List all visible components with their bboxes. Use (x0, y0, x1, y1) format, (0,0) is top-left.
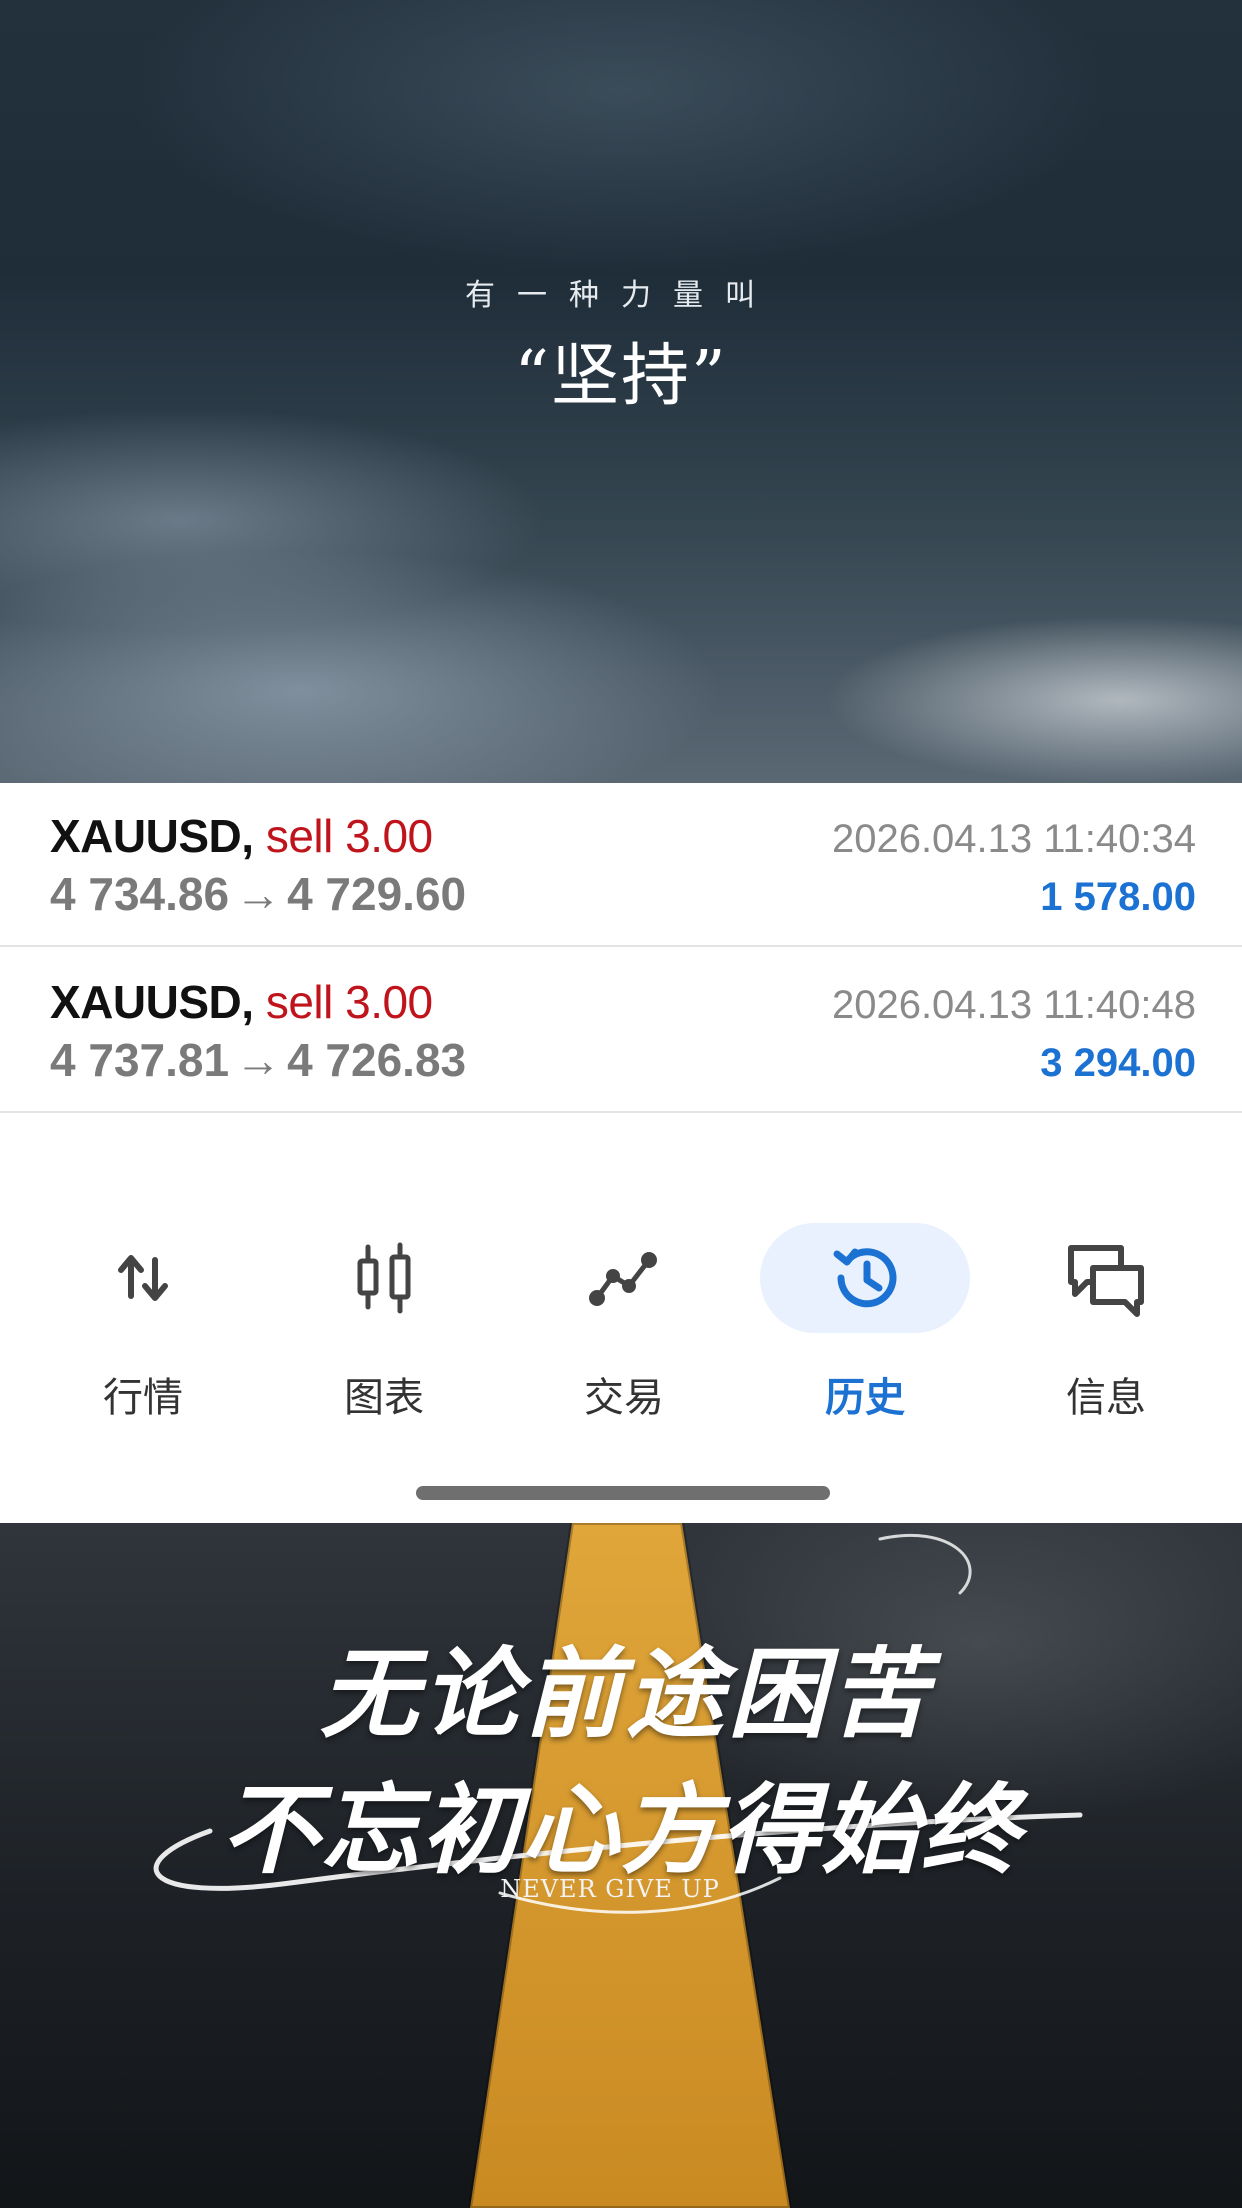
banner-calligraphy-line-2: 不忘初心方得始终 (220, 1773, 1021, 1888)
arrow-right-icon: → (235, 868, 282, 920)
nav-icon-container (1001, 1223, 1211, 1333)
deal-separator: , (241, 976, 254, 1028)
deal-side-volume: sell 3.00 (265, 810, 433, 862)
arrow-right-icon: → (235, 1034, 282, 1086)
trend-line-icon (589, 1252, 657, 1306)
deal-header: XAUUSD, sell 3.00 (50, 809, 433, 863)
history-clock-icon (833, 1248, 897, 1308)
banner-line-1: 有一种力量叫 (465, 278, 777, 313)
banner-calligraphy-line-1: 无论前途困苦 (319, 1637, 932, 1752)
nav-label: 历史 (825, 1375, 905, 1421)
deal-profit: 3 294.00 (1040, 1041, 1196, 1085)
deal-header: XAUUSD, sell 3.00 (50, 975, 433, 1029)
history-deal-row[interactable]: XAUUSD, sell 3.00 2026.04.13 11:40:34 4 … (0, 783, 1242, 947)
chat-bubbles-icon (1068, 1245, 1144, 1317)
deal-open-price: 4 737.81 (50, 1034, 230, 1086)
deal-datetime: 2026.04.13 11:40:34 (831, 817, 1196, 861)
nav-icon-container (279, 1223, 489, 1333)
history-panel: XAUUSD, sell 3.00 2026.04.13 11:40:34 4 … (0, 783, 1242, 1523)
bottom-navigation: 行情 图表 交易 历史 信息 (0, 1223, 1242, 1423)
arrows-updown-icon (118, 1255, 168, 1301)
deal-profit: 1 578.00 (1040, 875, 1196, 919)
home-indicator[interactable] (416, 1486, 830, 1500)
nav-label: 交易 (584, 1375, 664, 1421)
deal-symbol: XAUUSD (50, 976, 242, 1028)
deal-side-volume: sell 3.00 (265, 976, 433, 1028)
nav-item-quotes[interactable]: 行情 (43, 1223, 243, 1423)
deal-prices: 4 734.86 → 4 729.60 (50, 867, 466, 921)
nav-item-chart[interactable]: 图表 (284, 1223, 484, 1423)
nav-item-messages[interactable]: 信息 (1006, 1223, 1206, 1423)
deal-symbol: XAUUSD (50, 810, 242, 862)
sky-banner-image: 有一种力量叫 “坚持” (0, 0, 1242, 783)
nav-icon-container (38, 1223, 248, 1333)
banner-line-2: “坚持” (514, 337, 728, 416)
deal-open-price: 4 734.86 (50, 868, 230, 920)
nav-label: 图表 (344, 1375, 424, 1421)
nav-icon-container (519, 1223, 729, 1333)
history-deal-row[interactable]: XAUUSD, sell 3.00 2026.04.13 11:40:48 4 … (0, 949, 1242, 1113)
banner-subtitle: NEVER GIVE UP (500, 1875, 720, 1903)
candlestick-icon (357, 1242, 411, 1314)
deal-close-price: 4 726.83 (287, 1034, 467, 1086)
nav-label: 信息 (1066, 1375, 1146, 1421)
nav-item-history[interactable]: 历史 (760, 1223, 970, 1423)
nav-label: 行情 (103, 1375, 183, 1421)
nav-item-trade[interactable]: 交易 (524, 1223, 724, 1423)
deal-close-price: 4 729.60 (287, 868, 467, 920)
nav-icon-container (760, 1223, 970, 1333)
road-banner-image: 无论前途困苦 不忘初心方得始终 NEVER GIVE UP (0, 1523, 1242, 2208)
deal-datetime: 2026.04.13 11:40:48 (831, 983, 1196, 1027)
deal-prices: 4 737.81 → 4 726.83 (50, 1033, 466, 1087)
deal-separator: , (241, 810, 254, 862)
